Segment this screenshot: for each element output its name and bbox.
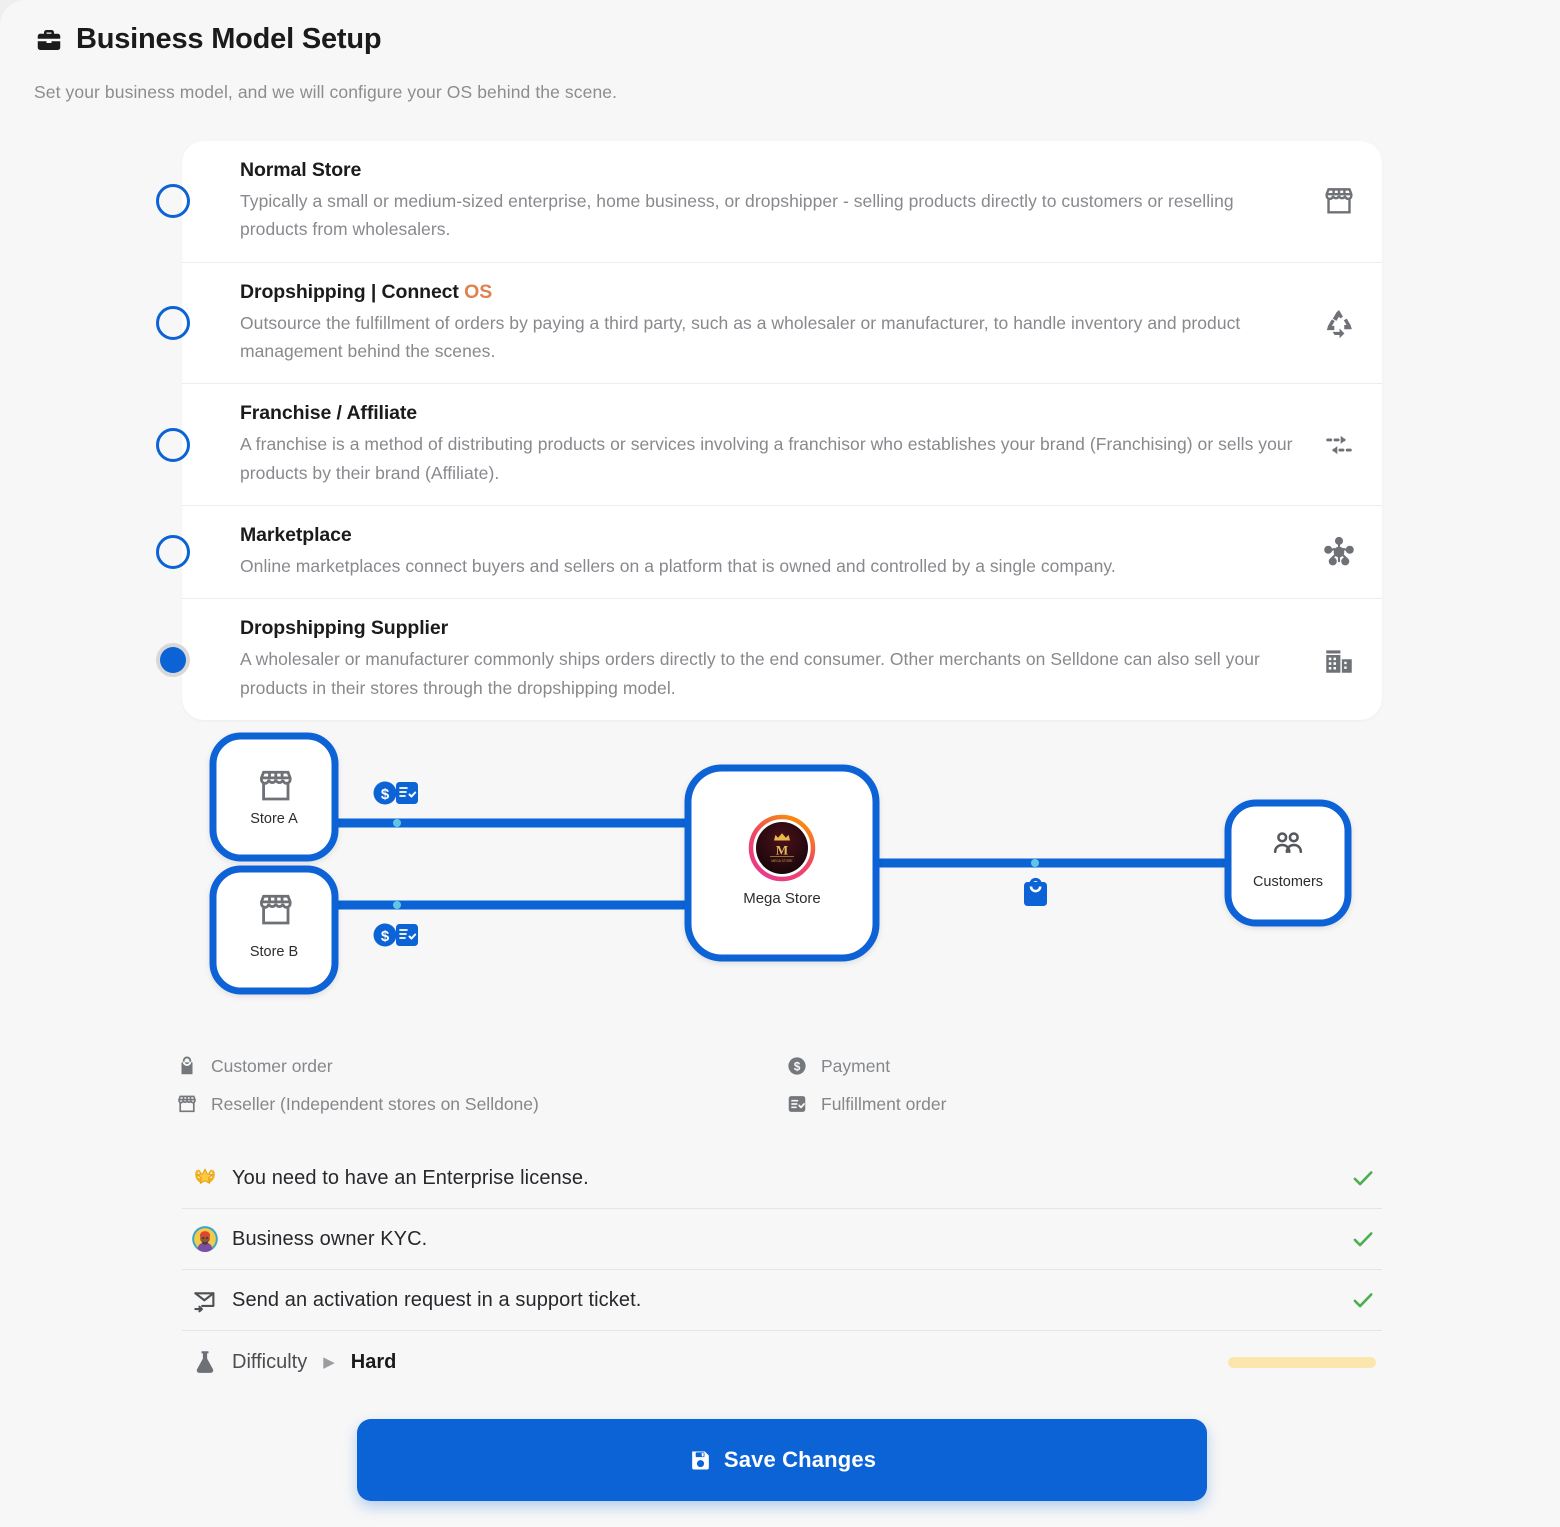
edge-badge-customer-order: [1024, 877, 1047, 906]
edge-dot-store-b: [393, 901, 401, 909]
requirement-text: Send an activation request in a support …: [232, 1288, 642, 1311]
option-title-main: Dropshipping | Connect: [240, 280, 465, 303]
option-description: Outsource the fulfillment of orders by p…: [240, 312, 1241, 362]
option-description: A wholesaler or manufacturer commonly sh…: [240, 649, 1260, 698]
check-icon: [1350, 1226, 1376, 1252]
diagram-node-label-mega-store: Mega Store: [743, 890, 821, 907]
factory-building-icon: [1322, 643, 1356, 677]
save-changes-button[interactable]: Save Changes: [357, 1419, 1207, 1501]
diagram-node-label-store-a: Store A: [250, 811, 298, 827]
page-subtitle: Set your business model, and we will con…: [34, 81, 618, 102]
option-body: Franchise / Affiliate A franchise is a m…: [240, 402, 1322, 487]
business-model-setup-page: Business Model Setup Set your business m…: [0, 0, 1560, 1527]
edge-dot-store-a: [393, 819, 401, 827]
edge-badge-store-b-fulfillment: [396, 924, 418, 946]
rosette-medal-emoji-icon: [190, 1163, 220, 1193]
hub-network-icon: [1322, 535, 1356, 569]
save-disk-icon: [688, 1448, 713, 1473]
check-icon: [1350, 1165, 1376, 1191]
radio-marketplace[interactable]: [156, 535, 190, 570]
check-icon: [1350, 1287, 1376, 1313]
option-title: Normal Store: [240, 159, 362, 181]
requirement-text: You need to have an Enterprise license.: [232, 1166, 589, 1189]
storefront-icon: [1322, 184, 1356, 218]
option-title-os-tag: OS: [464, 280, 493, 303]
storefront-icon: [176, 1093, 198, 1115]
requirement-row-business-owner-kyc: Business owner KYC.: [182, 1209, 1382, 1270]
diagram-node-store-b: Store B: [209, 865, 339, 995]
person-avatar-emoji-icon: [190, 1224, 220, 1254]
option-title: Franchise / Affiliate: [240, 402, 418, 425]
option-marketplace[interactable]: Marketplace Online marketplaces connect …: [156, 506, 1382, 600]
radio-franchise-affiliate[interactable]: [156, 427, 190, 462]
briefcase-icon: [34, 25, 64, 55]
diagram-node-label-store-b: Store B: [250, 944, 298, 960]
legend-label: Fulfillment order: [821, 1093, 947, 1114]
diagram-node-customers: Customers: [1224, 799, 1352, 927]
svg-text:$: $: [381, 928, 390, 945]
svg-text:$: $: [381, 786, 390, 803]
option-normal-store[interactable]: Normal Store Typically a small or medium…: [156, 141, 1382, 263]
payment-icon: $: [786, 1055, 808, 1077]
option-body: Marketplace Online marketplaces connect …: [240, 524, 1322, 580]
legend-label: Reseller (Independent stores on Selldone…: [211, 1093, 539, 1114]
legend-label: Customer order: [211, 1055, 333, 1076]
option-description: Online marketplaces connect buyers and s…: [240, 556, 1116, 577]
edge-dot-customers: [1031, 859, 1039, 867]
difficulty-row: Difficulty ▶ Hard: [182, 1331, 1382, 1393]
diagram-node-label-customers: Customers: [1253, 874, 1323, 890]
title-row: Business Model Setup: [34, 23, 1560, 56]
requirements-list: You need to have an Enterprise license.: [182, 1148, 1382, 1393]
option-title: Dropshipping | Connect OS: [240, 281, 1296, 304]
difficulty-label: Difficulty: [232, 1350, 308, 1373]
option-franchise-affiliate[interactable]: Franchise / Affiliate A franchise is a m…: [156, 384, 1382, 507]
option-body: Dropshipping | Connect OS Outsource the …: [240, 281, 1322, 366]
svg-text:MEGA STORE: MEGA STORE: [771, 859, 792, 863]
edge-badge-store-b-payment: $: [373, 923, 397, 947]
option-description: A franchise is a method of distributing …: [240, 434, 1293, 483]
customer-order-icon: [176, 1055, 198, 1077]
legend-label: Payment: [821, 1055, 891, 1076]
diagram-node-mega-store: M MEGA STORE Mega Store: [684, 764, 880, 962]
difficulty-value: Hard: [350, 1350, 397, 1373]
edge-badge-store-a-fulfillment: [396, 782, 418, 804]
mega-store-logo: M MEGA STORE: [748, 814, 816, 882]
option-body: Normal Store Typically a small or medium…: [240, 159, 1322, 244]
radio-dropshipping-connect-os[interactable]: [156, 306, 190, 341]
radio-dropshipping-supplier[interactable]: [156, 642, 190, 677]
svg-text:M: M: [776, 843, 788, 858]
diagram-legend: Customer order $ Payment Reseller (Indep…: [176, 1055, 1386, 1115]
diagram-node-store-a: Store A: [209, 732, 339, 862]
requirement-row-enterprise-license: You need to have an Enterprise license.: [182, 1148, 1382, 1209]
page-header: Business Model Setup Set your business m…: [0, 0, 1560, 103]
legend-item-reseller: Reseller (Independent stores on Selldone…: [176, 1093, 786, 1115]
business-model-diagram: Store A Store B M MEGA STORE Mega Store …: [0, 700, 1560, 1030]
svg-text:$: $: [794, 1060, 801, 1074]
flask-icon: [190, 1347, 220, 1377]
option-body: Dropshipping Supplier A wholesaler or ma…: [240, 617, 1322, 702]
email-send-icon: [190, 1285, 220, 1315]
chevron-right-icon: ▶: [323, 1354, 335, 1371]
page-title: Business Model Setup: [76, 23, 382, 55]
difficulty-progress-bar: [1228, 1356, 1376, 1368]
edge-badge-store-a-payment: $: [373, 781, 397, 805]
option-title: Marketplace: [240, 524, 352, 547]
recycle-icon: [1322, 306, 1356, 340]
legend-item-fulfillment-order: Fulfillment order: [786, 1093, 1386, 1115]
business-model-options-card: Normal Store Typically a small or medium…: [156, 141, 1382, 721]
option-dropshipping-connect-os[interactable]: Dropshipping | Connect OS Outsource the …: [156, 263, 1382, 385]
save-changes-label: Save Changes: [723, 1447, 877, 1472]
legend-item-payment: $ Payment: [786, 1055, 1386, 1077]
requirement-text: Business owner KYC.: [232, 1227, 428, 1250]
swap-horizontal-icon: [1322, 428, 1356, 462]
radio-normal-store[interactable]: [156, 184, 190, 219]
fulfillment-order-icon: [786, 1093, 808, 1115]
option-title: Dropshipping Supplier: [240, 617, 449, 640]
option-description: Typically a small or medium-sized enterp…: [240, 191, 1234, 240]
legend-item-customer-order: Customer order: [176, 1055, 786, 1077]
requirement-row-activation-request: Send an activation request in a support …: [182, 1270, 1382, 1331]
